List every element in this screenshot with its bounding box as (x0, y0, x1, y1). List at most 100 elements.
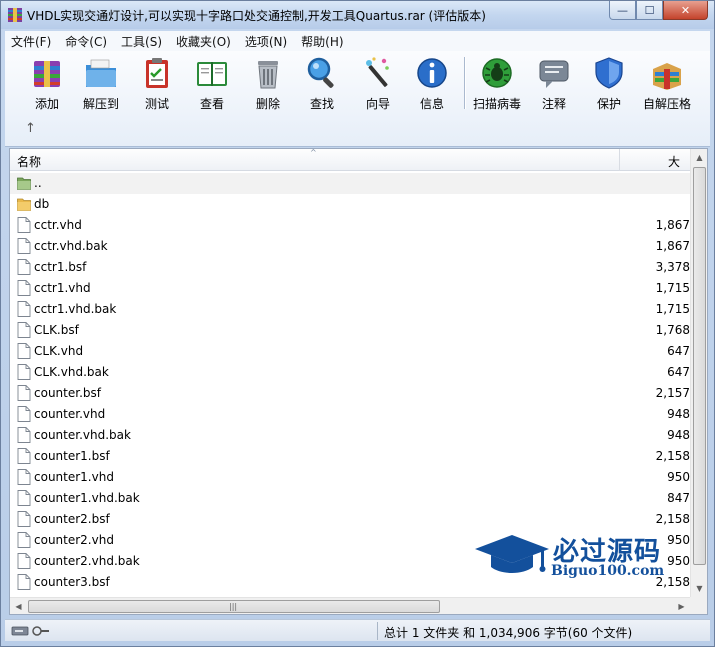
magic-wand-icon (366, 57, 389, 87)
list-item[interactable]: cctr1.vhd 1,715 (10, 278, 690, 299)
add-archive-icon (34, 61, 60, 87)
file-icon (17, 574, 31, 590)
shield-icon (595, 57, 623, 89)
horizontal-scroll-thumb[interactable]: ||| (28, 600, 440, 613)
vertical-scrollbar[interactable]: ▲ ▼ (690, 149, 707, 597)
file-name: cctr1.vhd.bak (34, 302, 117, 316)
scan-button[interactable]: 扫描病毒 (471, 55, 523, 113)
trash-icon (258, 61, 278, 89)
drive-key-icon (11, 626, 49, 636)
file-icon (17, 490, 31, 506)
list-item[interactable]: counter2.bsf 2,158 (10, 509, 690, 530)
menu-options[interactable]: 选项(N) (245, 33, 287, 50)
info-button[interactable]: 信息 (406, 55, 458, 113)
add-button[interactable]: 添加 (21, 55, 73, 113)
list-item[interactable]: .. (10, 173, 690, 194)
scroll-left-arrow[interactable]: ◀ (10, 598, 27, 615)
file-name: counter1.vhd (34, 470, 114, 484)
minimize-button[interactable]: — (609, 1, 636, 20)
sfx-button[interactable]: 自解压格 (641, 55, 693, 113)
scrollbar-corner (690, 597, 707, 614)
file-size: 1,867 (655, 218, 690, 232)
wizard-button[interactable]: 向导 (352, 55, 404, 113)
file-name: cctr.vhd.bak (34, 239, 108, 253)
vertical-scroll-thumb[interactable] (693, 167, 706, 565)
info-icon (417, 58, 447, 88)
file-name: counter1.vhd.bak (34, 491, 140, 505)
menu-command[interactable]: 命令(C) (65, 33, 107, 50)
file-size: 1,715 (655, 302, 690, 316)
file-size: 2,158 (655, 449, 690, 463)
file-icon (17, 238, 31, 254)
sfx-box-icon (653, 63, 681, 90)
close-button[interactable]: ✕ (663, 1, 708, 20)
file-name: cctr1.bsf (34, 260, 87, 274)
horizontal-scrollbar[interactable]: ◀ ||| ▶ (10, 597, 690, 614)
file-size: 647 (667, 344, 690, 358)
list-item[interactable]: CLK.vhd 647 (10, 341, 690, 362)
file-icon (17, 406, 31, 422)
list-item[interactable]: cctr1.vhd.bak 1,715 (10, 299, 690, 320)
column-name-header[interactable]: 名称 (17, 153, 41, 170)
list-item[interactable]: counter1.bsf 2,158 (10, 446, 690, 467)
up-folder-button[interactable]: ↑ (25, 121, 36, 136)
file-icon (17, 259, 31, 275)
maximize-button[interactable]: ☐ (636, 1, 663, 20)
file-icon (17, 301, 31, 317)
list-item[interactable]: counter1.vhd 950 (10, 467, 690, 488)
file-icon (17, 385, 31, 401)
scroll-grip-icon: ||| (229, 602, 238, 611)
list-item[interactable]: cctr.vhd 1,867 (10, 215, 690, 236)
file-size: 2,158 (655, 512, 690, 526)
list-item[interactable]: counter1.vhd.bak 847 (10, 488, 690, 509)
list-item[interactable]: counter.vhd.bak 948 (10, 425, 690, 446)
list-item[interactable]: CLK.bsf 1,768 (10, 320, 690, 341)
status-summary: 总计 1 文件夹 和 1,034,906 字节(60 个文件) (384, 626, 633, 640)
list-item[interactable]: cctr.vhd.bak 1,867 (10, 236, 690, 257)
file-name: cctr1.vhd (34, 281, 91, 295)
file-size: 948 (667, 428, 690, 442)
list-item[interactable]: cctr1.bsf 3,378 (10, 257, 690, 278)
list-item[interactable]: counter.vhd 948 (10, 404, 690, 425)
test-clipboard-icon (146, 58, 168, 88)
scroll-right-arrow[interactable]: ▶ (673, 598, 690, 615)
scroll-up-arrow[interactable]: ▲ (691, 149, 708, 166)
menu-file[interactable]: 文件(F) (11, 33, 51, 50)
test-button[interactable]: 测试 (131, 55, 183, 113)
file-icon (17, 322, 31, 338)
file-name: counter.vhd.bak (34, 428, 131, 442)
file-name: counter.vhd (34, 407, 106, 421)
scroll-down-arrow[interactable]: ▼ (691, 580, 708, 597)
file-size: 948 (667, 407, 690, 421)
extract-button[interactable]: 解压到 (75, 55, 127, 113)
menu-bar: 文件(F) 命令(C) 工具(S) 收藏夹(O) 选项(N) 帮助(H) (5, 31, 710, 51)
winrar-app-icon (8, 8, 22, 22)
file-size: 3,378 (655, 260, 690, 274)
file-name: counter2.bsf (34, 512, 110, 526)
file-name: counter3.bsf (34, 575, 110, 589)
file-name: db (34, 197, 50, 211)
find-button[interactable]: 查找 (296, 55, 348, 113)
file-icon (17, 448, 31, 464)
protect-button[interactable]: 保护 (583, 55, 635, 113)
window-title: VHDL实现交通灯设计,可以实现十字路口处交通控制,开发工具Quartus.ra… (27, 9, 486, 23)
column-divider[interactable] (619, 149, 620, 171)
menu-favorites[interactable]: 收藏夹(O) (176, 33, 231, 50)
extract-folder-icon (86, 59, 116, 87)
comment-button[interactable]: 注释 (528, 55, 580, 113)
menu-help[interactable]: 帮助(H) (301, 33, 343, 50)
file-icon (17, 427, 31, 443)
view-button[interactable]: 查看 (186, 55, 238, 113)
delete-button[interactable]: 删除 (242, 55, 294, 113)
file-name: CLK.vhd.bak (34, 365, 109, 379)
file-icon (17, 343, 31, 359)
file-size: 950 (667, 470, 690, 484)
title-bar[interactable]: VHDL实现交通灯设计,可以实现十字路口处交通控制,开发工具Quartus.ra… (1, 1, 714, 29)
list-item[interactable]: db (10, 194, 690, 215)
file-size: 1,867 (655, 239, 690, 253)
file-icon (17, 280, 31, 296)
menu-tools[interactable]: 工具(S) (121, 33, 162, 50)
list-item[interactable]: CLK.vhd.bak 647 (10, 362, 690, 383)
file-size: 1,715 (655, 281, 690, 295)
list-item[interactable]: counter.bsf 2,157 (10, 383, 690, 404)
